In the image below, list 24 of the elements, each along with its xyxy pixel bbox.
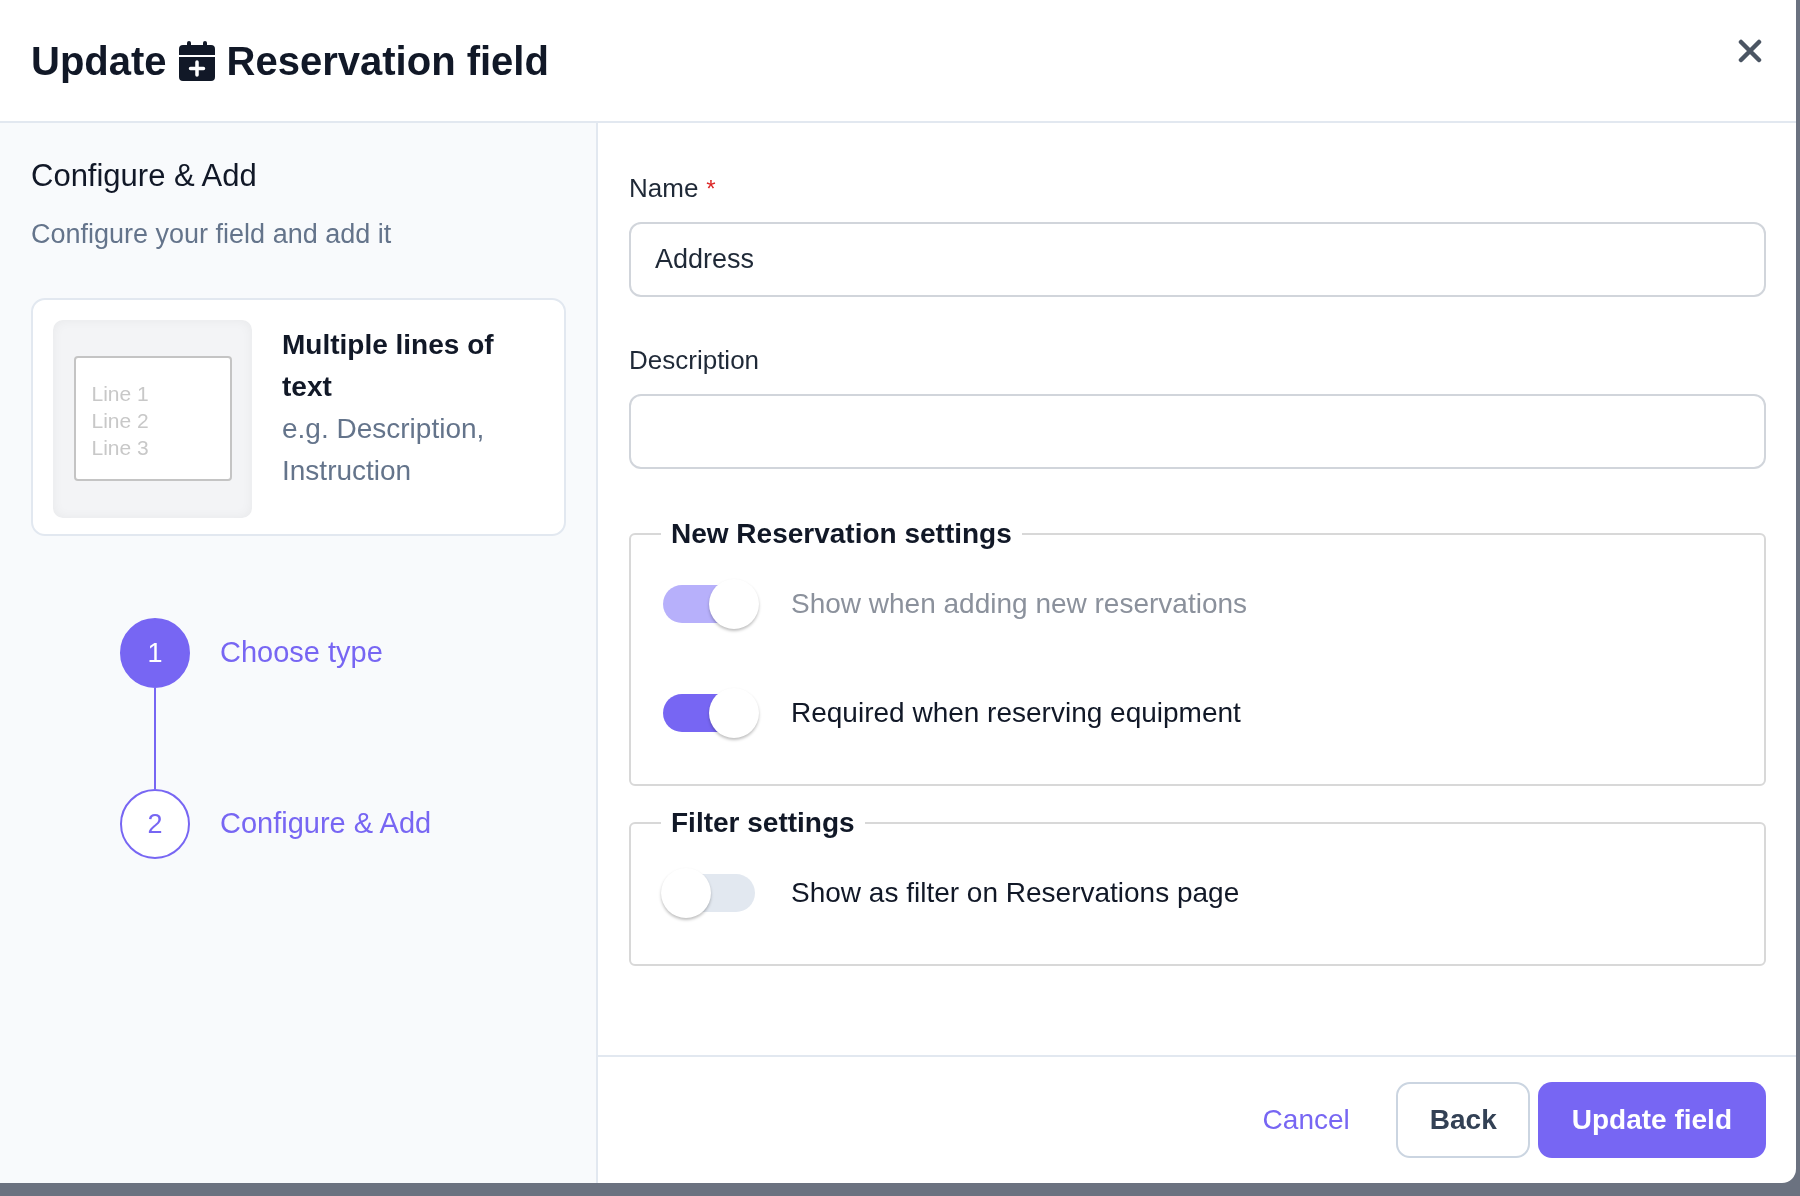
sidebar-subheading: Configure your field and add it bbox=[31, 217, 393, 251]
calendar-plus-icon bbox=[178, 40, 215, 81]
toggle-label: Show when adding new reservations bbox=[791, 587, 1248, 621]
toggle-label: Show as filter on Reservations page bbox=[791, 876, 1240, 910]
toggle-switch[interactable] bbox=[661, 686, 761, 740]
group-title: New Reservation settings bbox=[670, 517, 1013, 551]
required-asterisk: * bbox=[706, 173, 716, 204]
step-link[interactable]: Configure & Add bbox=[220, 802, 432, 846]
dialog-button[interactable]: Update field bbox=[1537, 1082, 1766, 1158]
step-link[interactable]: Choose type bbox=[220, 631, 383, 675]
text-input[interactable] bbox=[629, 394, 1766, 469]
text-input[interactable]: Address bbox=[629, 222, 1766, 297]
dialog-title: Reservation field bbox=[226, 37, 549, 85]
dialog-button[interactable]: Back bbox=[1395, 1082, 1530, 1158]
dialog-title: Update bbox=[31, 37, 167, 85]
field-type-example: e.g. Description, Instruction bbox=[282, 412, 486, 488]
field-type-name: Multiple lines of text bbox=[282, 328, 495, 404]
sidebar-heading: Configure & Add bbox=[31, 157, 258, 195]
toggle-label: Required when reserving equipment bbox=[791, 696, 1241, 730]
close-icon bbox=[1738, 38, 1762, 63]
field-label: Name bbox=[629, 172, 699, 205]
field-label: Description bbox=[629, 344, 760, 377]
group-title: Filter settings bbox=[670, 806, 856, 840]
cancel-link[interactable]: Cancel bbox=[1238, 1082, 1374, 1158]
